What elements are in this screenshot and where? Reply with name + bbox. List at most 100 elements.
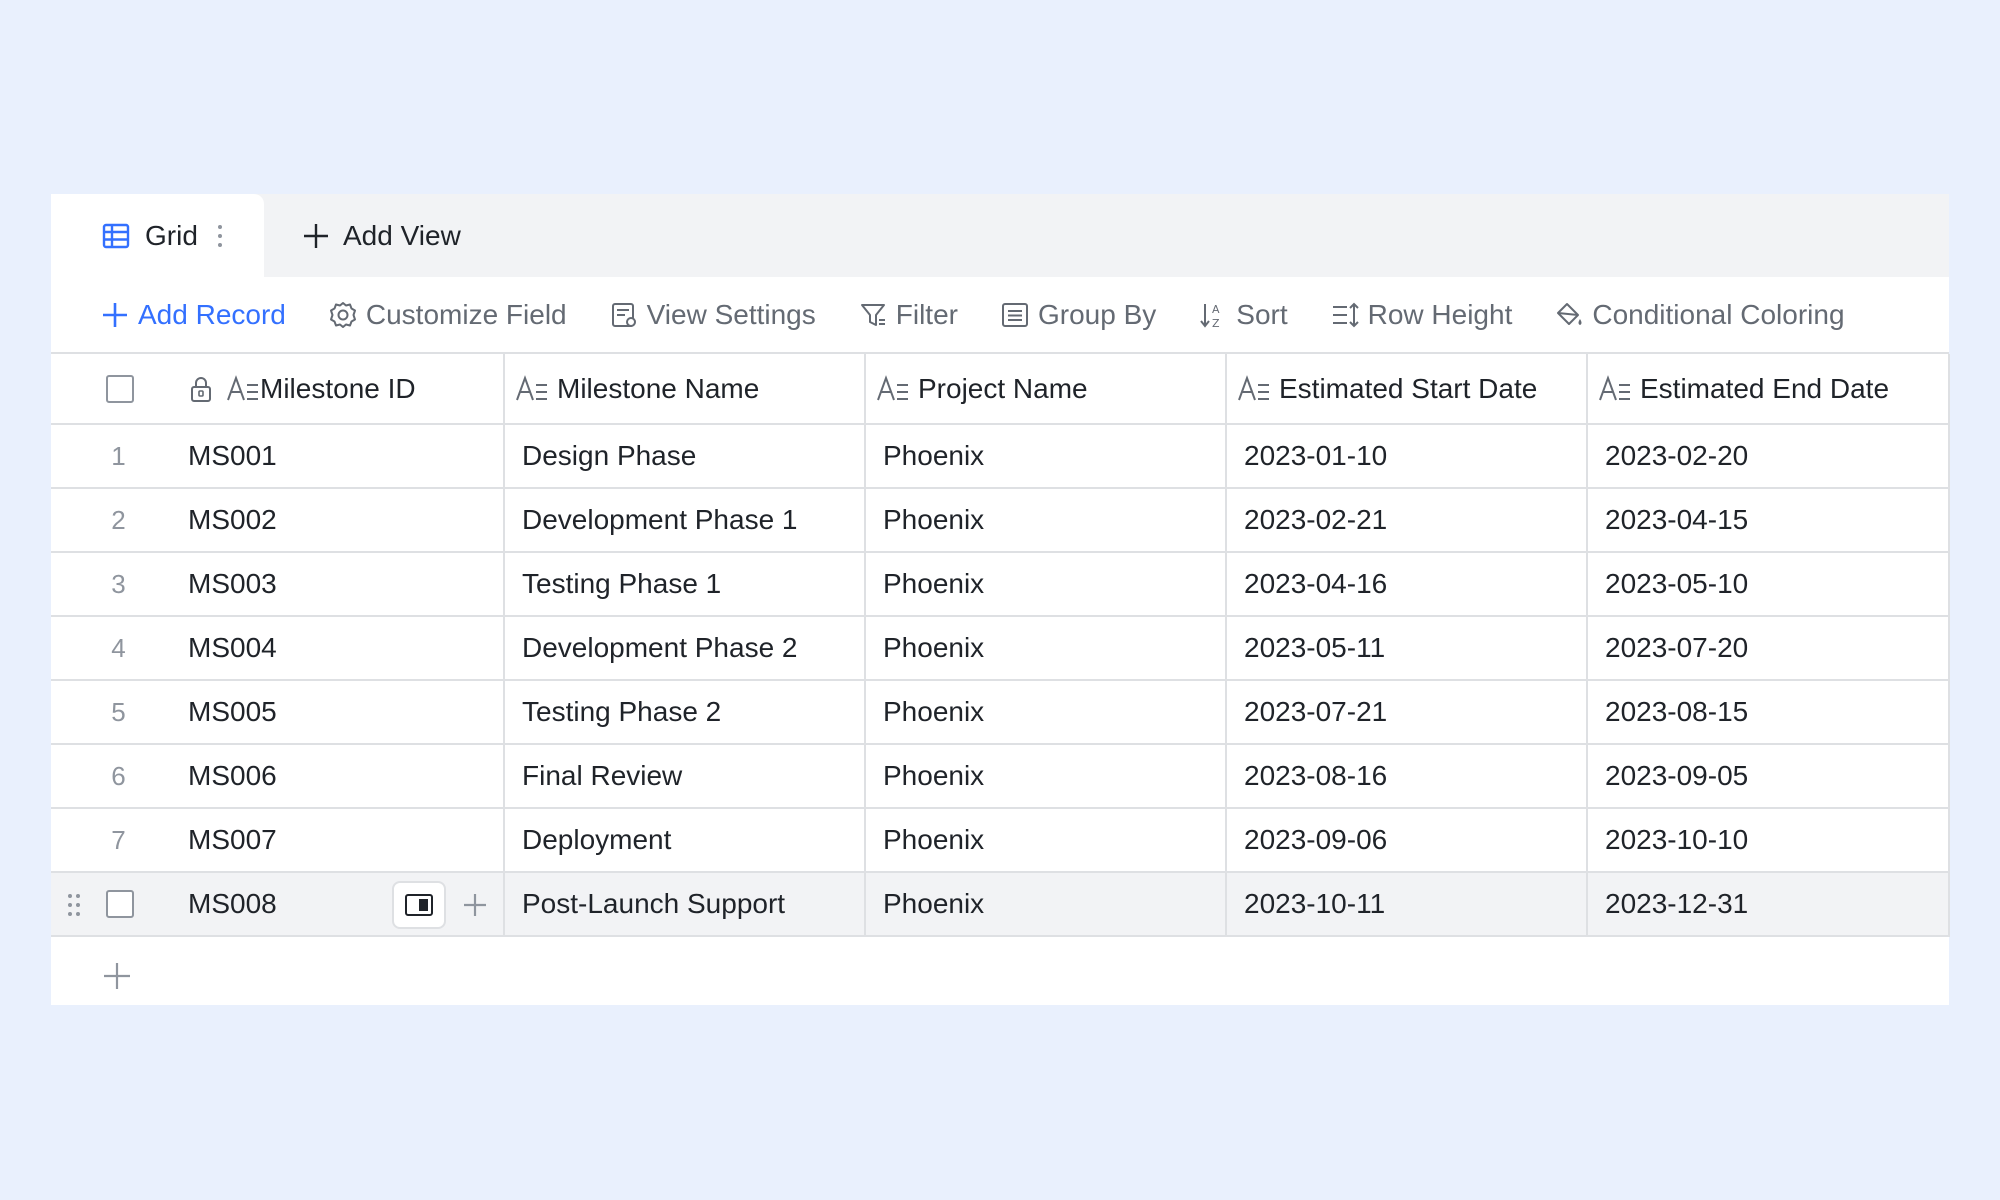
cell-milestone-id[interactable]: 1 MS001 (51, 424, 505, 489)
column-header-label: Milestone ID (260, 372, 416, 404)
table-row[interactable]: 3 MS003 Testing Phase 1 Phoenix 2023-04-1… (51, 552, 1950, 617)
column-header-estimated-end-date[interactable]: Estimated End Date (1587, 354, 1950, 425)
table-row[interactable]: 7 MS007 Deployment Phoenix 2023-09-06 202… (51, 808, 1950, 873)
row-number: 4 (111, 632, 126, 663)
row-number: 3 (111, 568, 126, 599)
column-header-label: Milestone Name (557, 372, 760, 404)
cell-start-date[interactable]: 2023-10-11 (1226, 872, 1588, 937)
cell-start-date[interactable]: 2023-07-21 (1226, 680, 1588, 745)
row-checkbox[interactable] (105, 890, 134, 918)
text-field-icon (515, 374, 549, 404)
cell-milestone-name[interactable]: Final Review (504, 744, 866, 809)
view-tab-bar: Grid Add View (51, 194, 1949, 277)
cell-milestone-name[interactable]: Testing Phase 2 (504, 680, 866, 745)
add-record-label: Add Record (138, 298, 286, 330)
sort-label: Sort (1236, 298, 1288, 330)
more-vertical-icon[interactable] (216, 223, 224, 249)
svg-text:Z: Z (1212, 317, 1220, 330)
cell-milestone-id[interactable]: MS008 (51, 872, 505, 937)
row-number: 1 (111, 440, 126, 471)
cell-milestone-id[interactable]: 6 MS006 (51, 744, 505, 809)
cell-start-date[interactable]: 2023-02-21 (1226, 488, 1588, 553)
cell-milestone-name[interactable]: Deployment (504, 808, 866, 873)
row-number: 5 (111, 696, 126, 727)
milestone-id: MS005 (188, 696, 277, 727)
cell-end-date[interactable]: 2023-09-05 (1587, 744, 1950, 809)
select-all-checkbox[interactable] (105, 374, 134, 403)
cell-project-name[interactable]: Phoenix (865, 424, 1227, 489)
row-height-button[interactable]: Row Height (1330, 298, 1513, 331)
cell-project-name[interactable]: Phoenix (865, 488, 1227, 553)
cell-start-date[interactable]: 2023-08-16 (1226, 744, 1588, 809)
cell-milestone-name[interactable]: Design Phase (504, 424, 866, 489)
table-row[interactable]: 1 MS001 Design Phase Phoenix 2023-01-10 2… (51, 424, 1950, 489)
cell-milestone-id[interactable]: 2 MS002 (51, 488, 505, 553)
cell-project-name[interactable]: Phoenix (865, 808, 1227, 873)
table-row[interactable]: 6 MS006 Final Review Phoenix 2023-08-16 2… (51, 744, 1950, 809)
sort-button[interactable]: AZ Sort (1198, 298, 1288, 331)
column-header-label: Estimated Start Date (1279, 372, 1538, 404)
paint-bucket-icon (1554, 300, 1584, 330)
add-row-button[interactable] (51, 944, 1949, 1005)
row-number: 6 (111, 760, 126, 791)
group-by-button[interactable]: Group By (1000, 299, 1156, 331)
milestone-id: MS004 (188, 632, 277, 663)
cell-project-name[interactable]: Phoenix (865, 872, 1227, 937)
cell-project-name[interactable]: Phoenix (865, 552, 1227, 617)
conditional-coloring-button[interactable]: Conditional Coloring (1554, 298, 1845, 331)
gear-icon (328, 300, 358, 330)
cell-end-date[interactable]: 2023-12-31 (1587, 872, 1950, 937)
plus-icon[interactable] (460, 890, 490, 920)
milestone-id: MS003 (188, 568, 277, 599)
cell-end-date[interactable]: 2023-10-10 (1587, 808, 1950, 873)
row-height-icon (1330, 300, 1360, 330)
cell-start-date[interactable]: 2023-09-06 (1226, 808, 1588, 873)
cell-end-date[interactable]: 2023-08-15 (1587, 680, 1950, 745)
column-header-milestone-id[interactable]: Milestone ID (51, 354, 505, 425)
column-header-milestone-name[interactable]: Milestone Name (504, 354, 866, 425)
plus-icon (100, 959, 134, 993)
filter-button[interactable]: Filter (858, 299, 958, 331)
table-row[interactable]: 4 MS004 Development Phase 2 Phoenix 2023-… (51, 616, 1950, 681)
cell-milestone-id[interactable]: 4 MS004 (51, 616, 505, 681)
expand-record-button[interactable] (392, 881, 446, 929)
cell-end-date[interactable]: 2023-05-10 (1587, 552, 1950, 617)
tab-grid[interactable]: Grid (51, 194, 264, 277)
column-header-project-name[interactable]: Project Name (865, 354, 1227, 425)
cell-start-date[interactable]: 2023-01-10 (1226, 424, 1588, 489)
cell-end-date[interactable]: 2023-04-15 (1587, 488, 1950, 553)
cell-milestone-name[interactable]: Testing Phase 1 (504, 552, 866, 617)
add-view-button[interactable]: Add View (301, 194, 461, 277)
cell-start-date[interactable]: 2023-05-11 (1226, 616, 1588, 681)
drag-handle-icon[interactable] (65, 891, 83, 919)
grid-view-panel: Grid Add View Add Record Customize Field (51, 194, 1950, 1005)
cell-end-date[interactable]: 2023-02-20 (1587, 424, 1950, 489)
table-row-hovered[interactable]: MS008 Post-Launch Support Phoenix 2023-1… (51, 872, 1950, 937)
expand-icon (405, 894, 433, 916)
conditional-coloring-label: Conditional Coloring (1592, 298, 1845, 330)
text-field-icon (1237, 374, 1271, 404)
cell-end-date[interactable]: 2023-07-20 (1587, 616, 1950, 681)
cell-start-date[interactable]: 2023-04-16 (1226, 552, 1588, 617)
view-settings-button[interactable]: View Settings (609, 299, 816, 331)
add-record-button[interactable]: Add Record (100, 299, 286, 331)
row-height-label: Row Height (1367, 298, 1513, 330)
milestone-id: MS008 (188, 888, 277, 919)
milestone-id: MS006 (188, 760, 277, 791)
cell-project-name[interactable]: Phoenix (865, 680, 1227, 745)
column-header-estimated-start-date[interactable]: Estimated Start Date (1226, 354, 1588, 425)
cell-project-name[interactable]: Phoenix (865, 616, 1227, 681)
customize-field-button[interactable]: Customize Field (328, 299, 567, 331)
add-view-label: Add View (343, 219, 461, 251)
cell-project-name[interactable]: Phoenix (865, 744, 1227, 809)
view-settings-label: View Settings (646, 298, 816, 330)
cell-milestone-name[interactable]: Development Phase 1 (504, 488, 866, 553)
grid-view-icon (101, 221, 131, 251)
table-row[interactable]: 5 MS005 Testing Phase 2 Phoenix 2023-07-2… (51, 680, 1950, 745)
cell-milestone-id[interactable]: 3 MS003 (51, 552, 505, 617)
cell-milestone-id[interactable]: 7 MS007 (51, 808, 505, 873)
cell-milestone-id[interactable]: 5 MS005 (51, 680, 505, 745)
cell-milestone-name[interactable]: Development Phase 2 (504, 616, 866, 681)
table-row[interactable]: 2 MS002 Development Phase 1 Phoenix 2023-… (51, 488, 1950, 553)
cell-milestone-name[interactable]: Post-Launch Support (504, 872, 866, 937)
